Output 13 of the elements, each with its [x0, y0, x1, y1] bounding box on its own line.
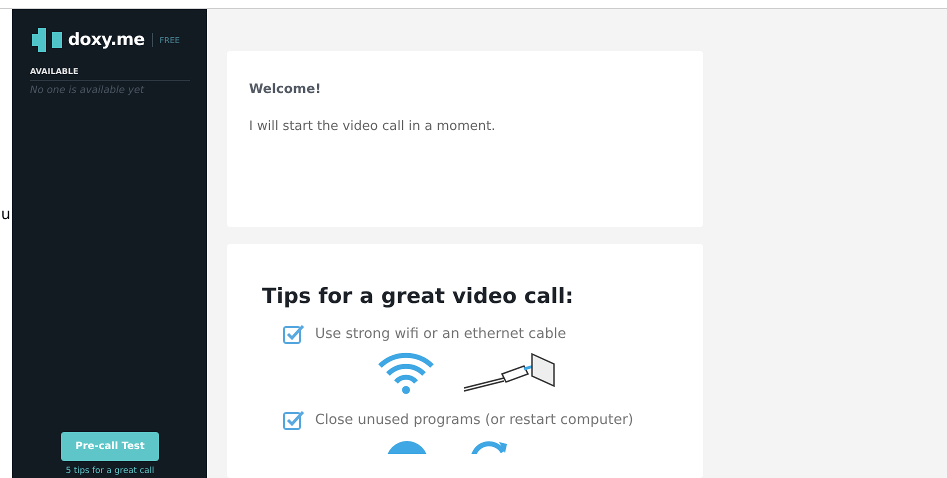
edge-text: u [1, 205, 11, 223]
logo-icon [30, 25, 64, 55]
wifi-icon [376, 352, 436, 394]
tips-title: Tips for a great video call: [262, 284, 575, 308]
section-title: AVAILABLE [30, 67, 80, 76]
tips-link[interactable]: 5 tips for a great call [66, 466, 154, 478]
tip-text: Use strong wifi or an ethernet cable [315, 326, 566, 342]
brand-name: doxy.me [68, 30, 145, 50]
tip-text: Close unused programs (or restart computer) [315, 412, 634, 428]
welcome-message: I will start the video call in a moment. [249, 119, 496, 134]
plan-label: FREE [160, 36, 180, 44]
empty-message: No one is available yet [30, 85, 146, 96]
welcome-title: Welcome! [249, 82, 322, 97]
